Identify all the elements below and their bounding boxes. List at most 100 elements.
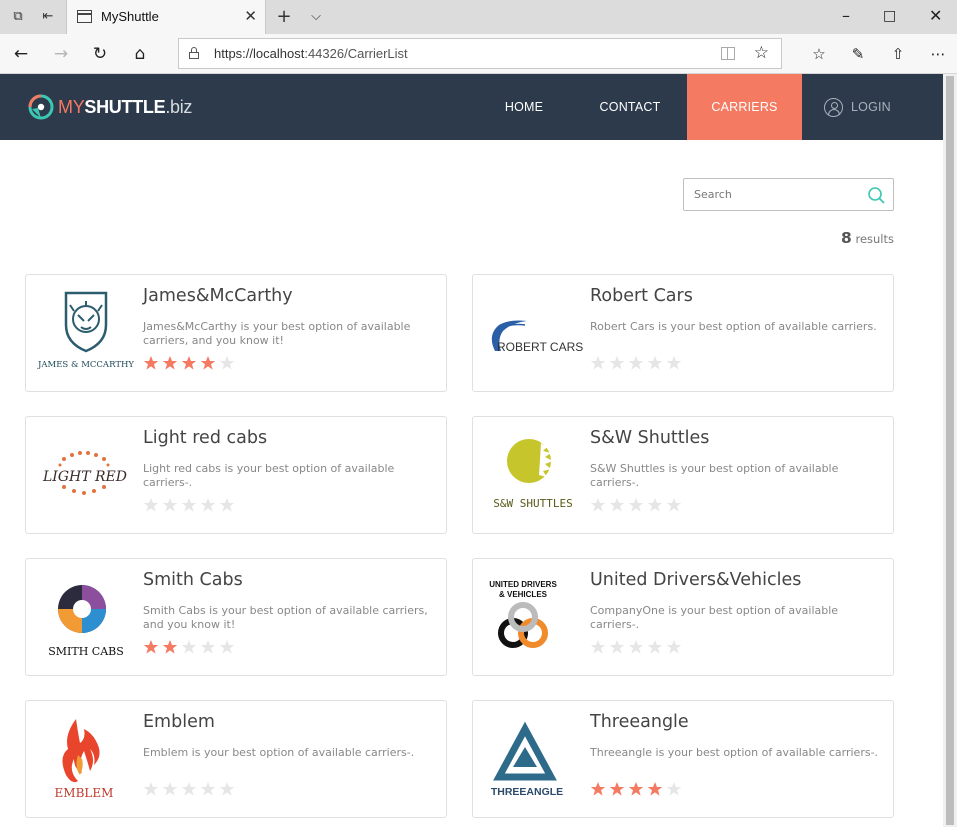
svg-text:& VEHICLES: & VEHICLES (499, 590, 548, 599)
star-icon (628, 640, 644, 654)
star-icon (200, 356, 216, 370)
tab-close-icon[interactable]: ✕ (244, 8, 257, 24)
logo-text: MYSHUTTLE.biz (58, 97, 193, 117)
carrier-name[interactable]: Threeangle (590, 712, 689, 732)
star-icon (181, 498, 197, 512)
star-icon (143, 356, 159, 370)
star-icon (666, 782, 682, 796)
more-icon[interactable]: ⋯ (927, 43, 949, 65)
svg-text:EMBLEM: EMBLEM (55, 786, 114, 800)
star-icon (181, 640, 197, 654)
browser-tab[interactable]: MyShuttle ✕ (66, 0, 266, 34)
star-icon (647, 782, 663, 796)
back-icon[interactable]: ← (10, 43, 32, 65)
star-icon (590, 640, 606, 654)
page-icon (77, 10, 92, 23)
favorites-icon[interactable]: ☆ (808, 43, 830, 65)
svg-text:SMITH CABS: SMITH CABS (48, 645, 124, 658)
star-icon (666, 498, 682, 512)
star-icon (647, 498, 663, 512)
star-icon (143, 640, 159, 654)
star-icon (609, 782, 625, 796)
favorite-star-icon[interactable]: ☆ (754, 43, 769, 63)
star-icon (219, 356, 235, 370)
star-icon (219, 782, 235, 796)
tab-title: MyShuttle (101, 9, 159, 24)
page: MYSHUTTLE.biz HOME CONTACT CARRIERS LOGI… (0, 74, 943, 827)
light-red-logo-icon: LIGHT RED (42, 451, 127, 495)
carrier-name[interactable]: Smith Cabs (143, 570, 243, 590)
carrier-name[interactable]: James&McCarthy (143, 286, 293, 306)
url-field[interactable]: https://localhost:44326/CarrierList ☆ (178, 38, 782, 69)
star-icon (181, 356, 197, 370)
carrier-card[interactable]: SMITH CABS Smith Cabs Smith Cabs is your… (25, 558, 447, 676)
star-icon (628, 498, 644, 512)
star-icon (590, 356, 606, 370)
carrier-description: Emblem is your best option of available … (143, 746, 415, 759)
carrier-card[interactable]: ROBERT CARS Robert Cars Robert Cars is y… (472, 274, 894, 392)
carrier-name[interactable]: Robert Cars (590, 286, 693, 306)
minimize-icon[interactable]: – (842, 6, 850, 26)
star-icon (143, 782, 159, 796)
new-tab-icon[interactable]: + (276, 8, 292, 26)
star-icon (143, 498, 159, 512)
smith-cabs-logo-icon: SMITH CABS (48, 585, 124, 658)
rating-stars (590, 639, 685, 655)
refresh-icon[interactable]: ↻ (89, 43, 111, 65)
forward-icon[interactable]: → (50, 43, 72, 65)
star-icon (181, 782, 197, 796)
address-toolbar: ← → ↻ ⌂ https://localhost:44326/CarrierL… (0, 34, 957, 74)
carrier-name[interactable]: S&W Shuttles (590, 428, 709, 448)
search-input[interactable] (684, 179, 859, 210)
nav-login[interactable]: LOGIN (824, 74, 894, 140)
carrier-description: CompanyOne is your best option of availa… (590, 604, 839, 631)
carrier-card[interactable]: JAMES & MCCARTHY James&McCarthy James&Mc… (25, 274, 447, 392)
search-icon[interactable] (867, 186, 885, 204)
united-drivers-logo-icon: UNITED DRIVERS & VEHICLES (489, 580, 557, 648)
tab-list-chevron-icon[interactable]: ⌵ (308, 9, 324, 25)
maximize-icon[interactable]: □ (883, 6, 896, 26)
carrier-card[interactable]: THREEANGLE Threeangle Threeangle is your… (472, 700, 894, 818)
scrollbar-thumb[interactable] (946, 76, 954, 825)
carrier-card[interactable]: S&W SHUTTLES S&W Shuttles S&W Shuttles i… (472, 416, 894, 534)
james-mccarthy-logo-icon: JAMES & MCCARTHY (37, 291, 134, 370)
star-icon (647, 640, 663, 654)
set-aside-tabs-icon[interactable]: ⇤ (40, 9, 56, 25)
url-text: https://localhost:44326/CarrierList (214, 46, 408, 61)
site-header: MYSHUTTLE.biz HOME CONTACT CARRIERS LOGI… (0, 74, 943, 140)
carrier-description: S&W Shuttles is your best option of avai… (590, 462, 839, 489)
carrier-card[interactable]: EMBLEM Emblem Emblem is your best option… (25, 700, 447, 818)
pen-icon[interactable]: ✎ (847, 43, 869, 65)
star-icon (609, 640, 625, 654)
carrier-name[interactable]: United Drivers&Vehicles (590, 570, 801, 590)
svg-text:UNITED DRIVERS: UNITED DRIVERS (489, 580, 557, 589)
star-icon (219, 640, 235, 654)
star-icon (628, 356, 644, 370)
share-icon[interactable]: ⇧ (887, 43, 909, 65)
svg-text:LIGHT RED: LIGHT RED (42, 469, 127, 485)
nav-contact[interactable]: CONTACT (586, 74, 674, 140)
svg-text:ROBERT CARS: ROBERT CARS (497, 340, 583, 354)
reading-view-icon[interactable] (721, 47, 735, 60)
star-icon (200, 640, 216, 654)
tab-actions-icon[interactable]: ⧉ (10, 9, 26, 25)
rating-stars (143, 355, 238, 371)
results-count: 8 results (841, 229, 894, 247)
nav-home[interactable]: HOME (487, 74, 561, 140)
star-icon (609, 356, 625, 370)
close-window-icon[interactable]: ✕ (929, 6, 942, 26)
star-icon (666, 356, 682, 370)
carrier-name[interactable]: Emblem (143, 712, 215, 732)
nav-carriers[interactable]: CARRIERS (687, 74, 802, 140)
rating-stars (590, 497, 685, 513)
star-icon (590, 498, 606, 512)
carrier-card[interactable]: UNITED DRIVERS & VEHICLES United Drivers… (472, 558, 894, 676)
home-icon[interactable]: ⌂ (129, 43, 151, 65)
star-icon (647, 356, 663, 370)
user-icon (824, 98, 843, 117)
vertical-scrollbar[interactable] (943, 74, 957, 827)
star-icon (200, 782, 216, 796)
svg-text:S&W SHUTTLES: S&W SHUTTLES (493, 497, 572, 510)
carrier-card[interactable]: LIGHT RED Light red cabs Light red cabs … (25, 416, 447, 534)
carrier-name[interactable]: Light red cabs (143, 428, 267, 448)
